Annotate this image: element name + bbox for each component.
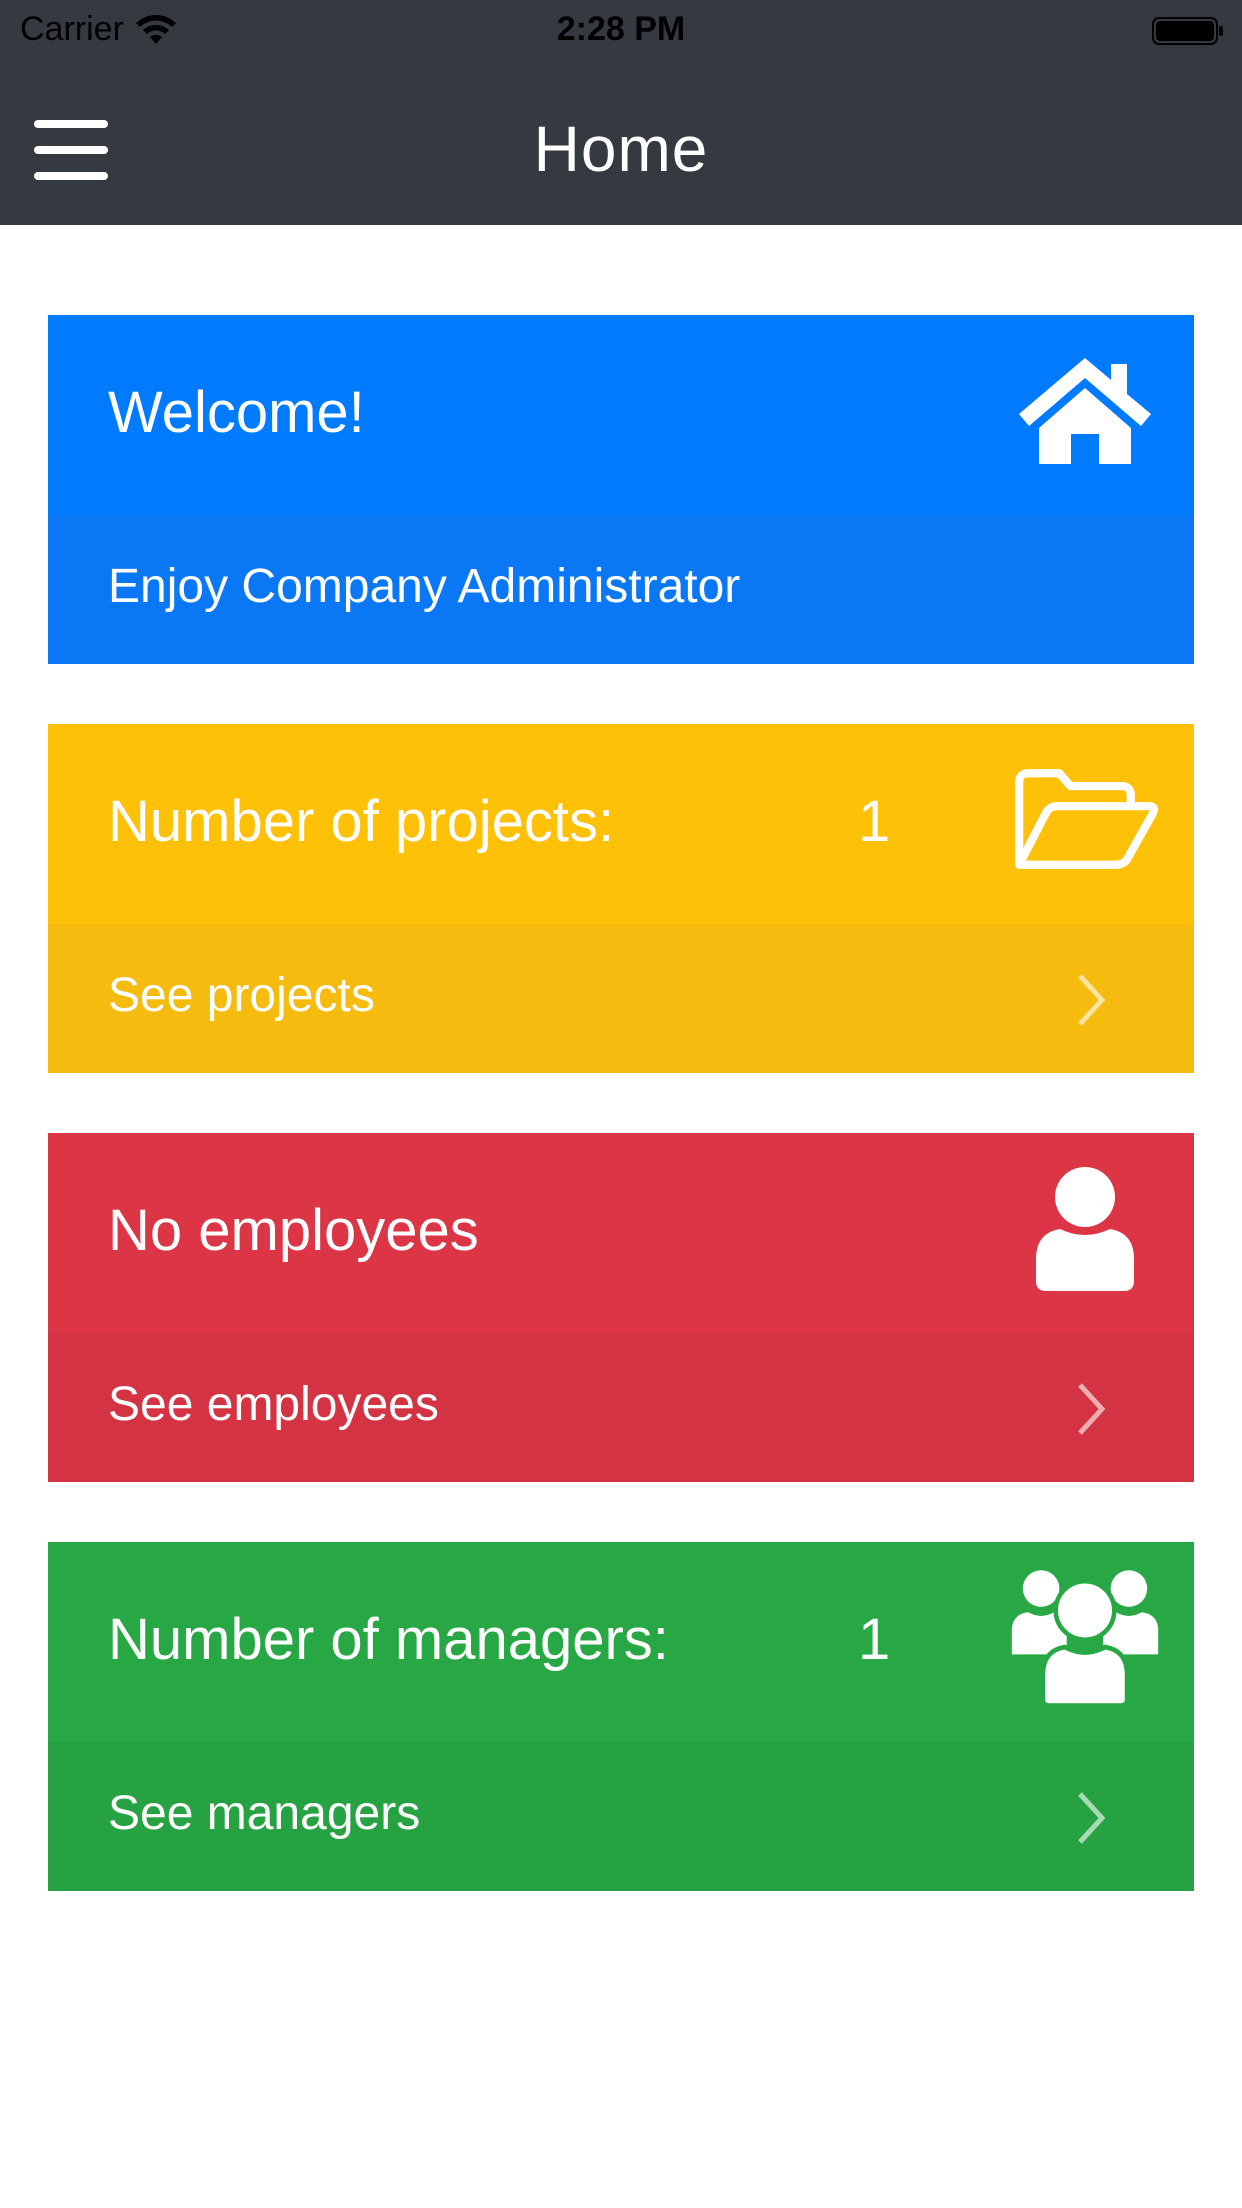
welcome-subtitle: Enjoy Company Administrator xyxy=(108,560,741,613)
projects-card: Number of projects: 1 See projects xyxy=(48,724,1194,1073)
employees-title: No employees xyxy=(108,1198,479,1263)
see-employees-button[interactable]: See employees xyxy=(48,1333,1194,1482)
see-employees-label: See employees xyxy=(108,1378,439,1431)
battery-icon xyxy=(1152,17,1223,45)
status-time: 2:28 PM xyxy=(556,10,686,48)
home-icon xyxy=(1010,345,1160,475)
welcome-card-header: Welcome! xyxy=(48,315,1194,515)
status-bar: Carrier 2:28 PM xyxy=(0,0,1242,62)
see-managers-label: See managers xyxy=(108,1787,421,1840)
see-managers-button[interactable]: See managers xyxy=(48,1742,1194,1891)
chevron-right-icon xyxy=(1078,1792,1106,1844)
managers-count: 1 xyxy=(858,1607,891,1672)
see-projects-button[interactable]: See projects xyxy=(48,924,1194,1073)
managers-card-header: Number of managers: 1 xyxy=(48,1542,1194,1742)
chevron-right-icon xyxy=(1078,1383,1106,1435)
navigation-bar: Home xyxy=(0,62,1242,225)
see-projects-label: See projects xyxy=(108,969,375,1022)
projects-count: 1 xyxy=(858,789,891,854)
managers-title: Number of managers: xyxy=(108,1607,669,1672)
user-icon xyxy=(1010,1163,1160,1293)
chevron-right-icon xyxy=(1078,974,1106,1026)
welcome-card: Welcome! Enjoy Company Administrator xyxy=(48,315,1194,664)
projects-card-header: Number of projects: 1 xyxy=(48,724,1194,924)
projects-title: Number of projects: xyxy=(108,789,615,854)
welcome-card-footer: Enjoy Company Administrator xyxy=(48,515,1194,664)
folder-open-icon xyxy=(1010,754,1160,884)
welcome-title: Welcome! xyxy=(108,380,365,445)
managers-card: Number of managers: 1 See managers xyxy=(48,1542,1194,1891)
users-icon xyxy=(1010,1570,1160,1708)
employees-card: No employees See employees xyxy=(48,1133,1194,1482)
employees-card-header: No employees xyxy=(48,1133,1194,1333)
page-title: Home xyxy=(533,113,709,185)
